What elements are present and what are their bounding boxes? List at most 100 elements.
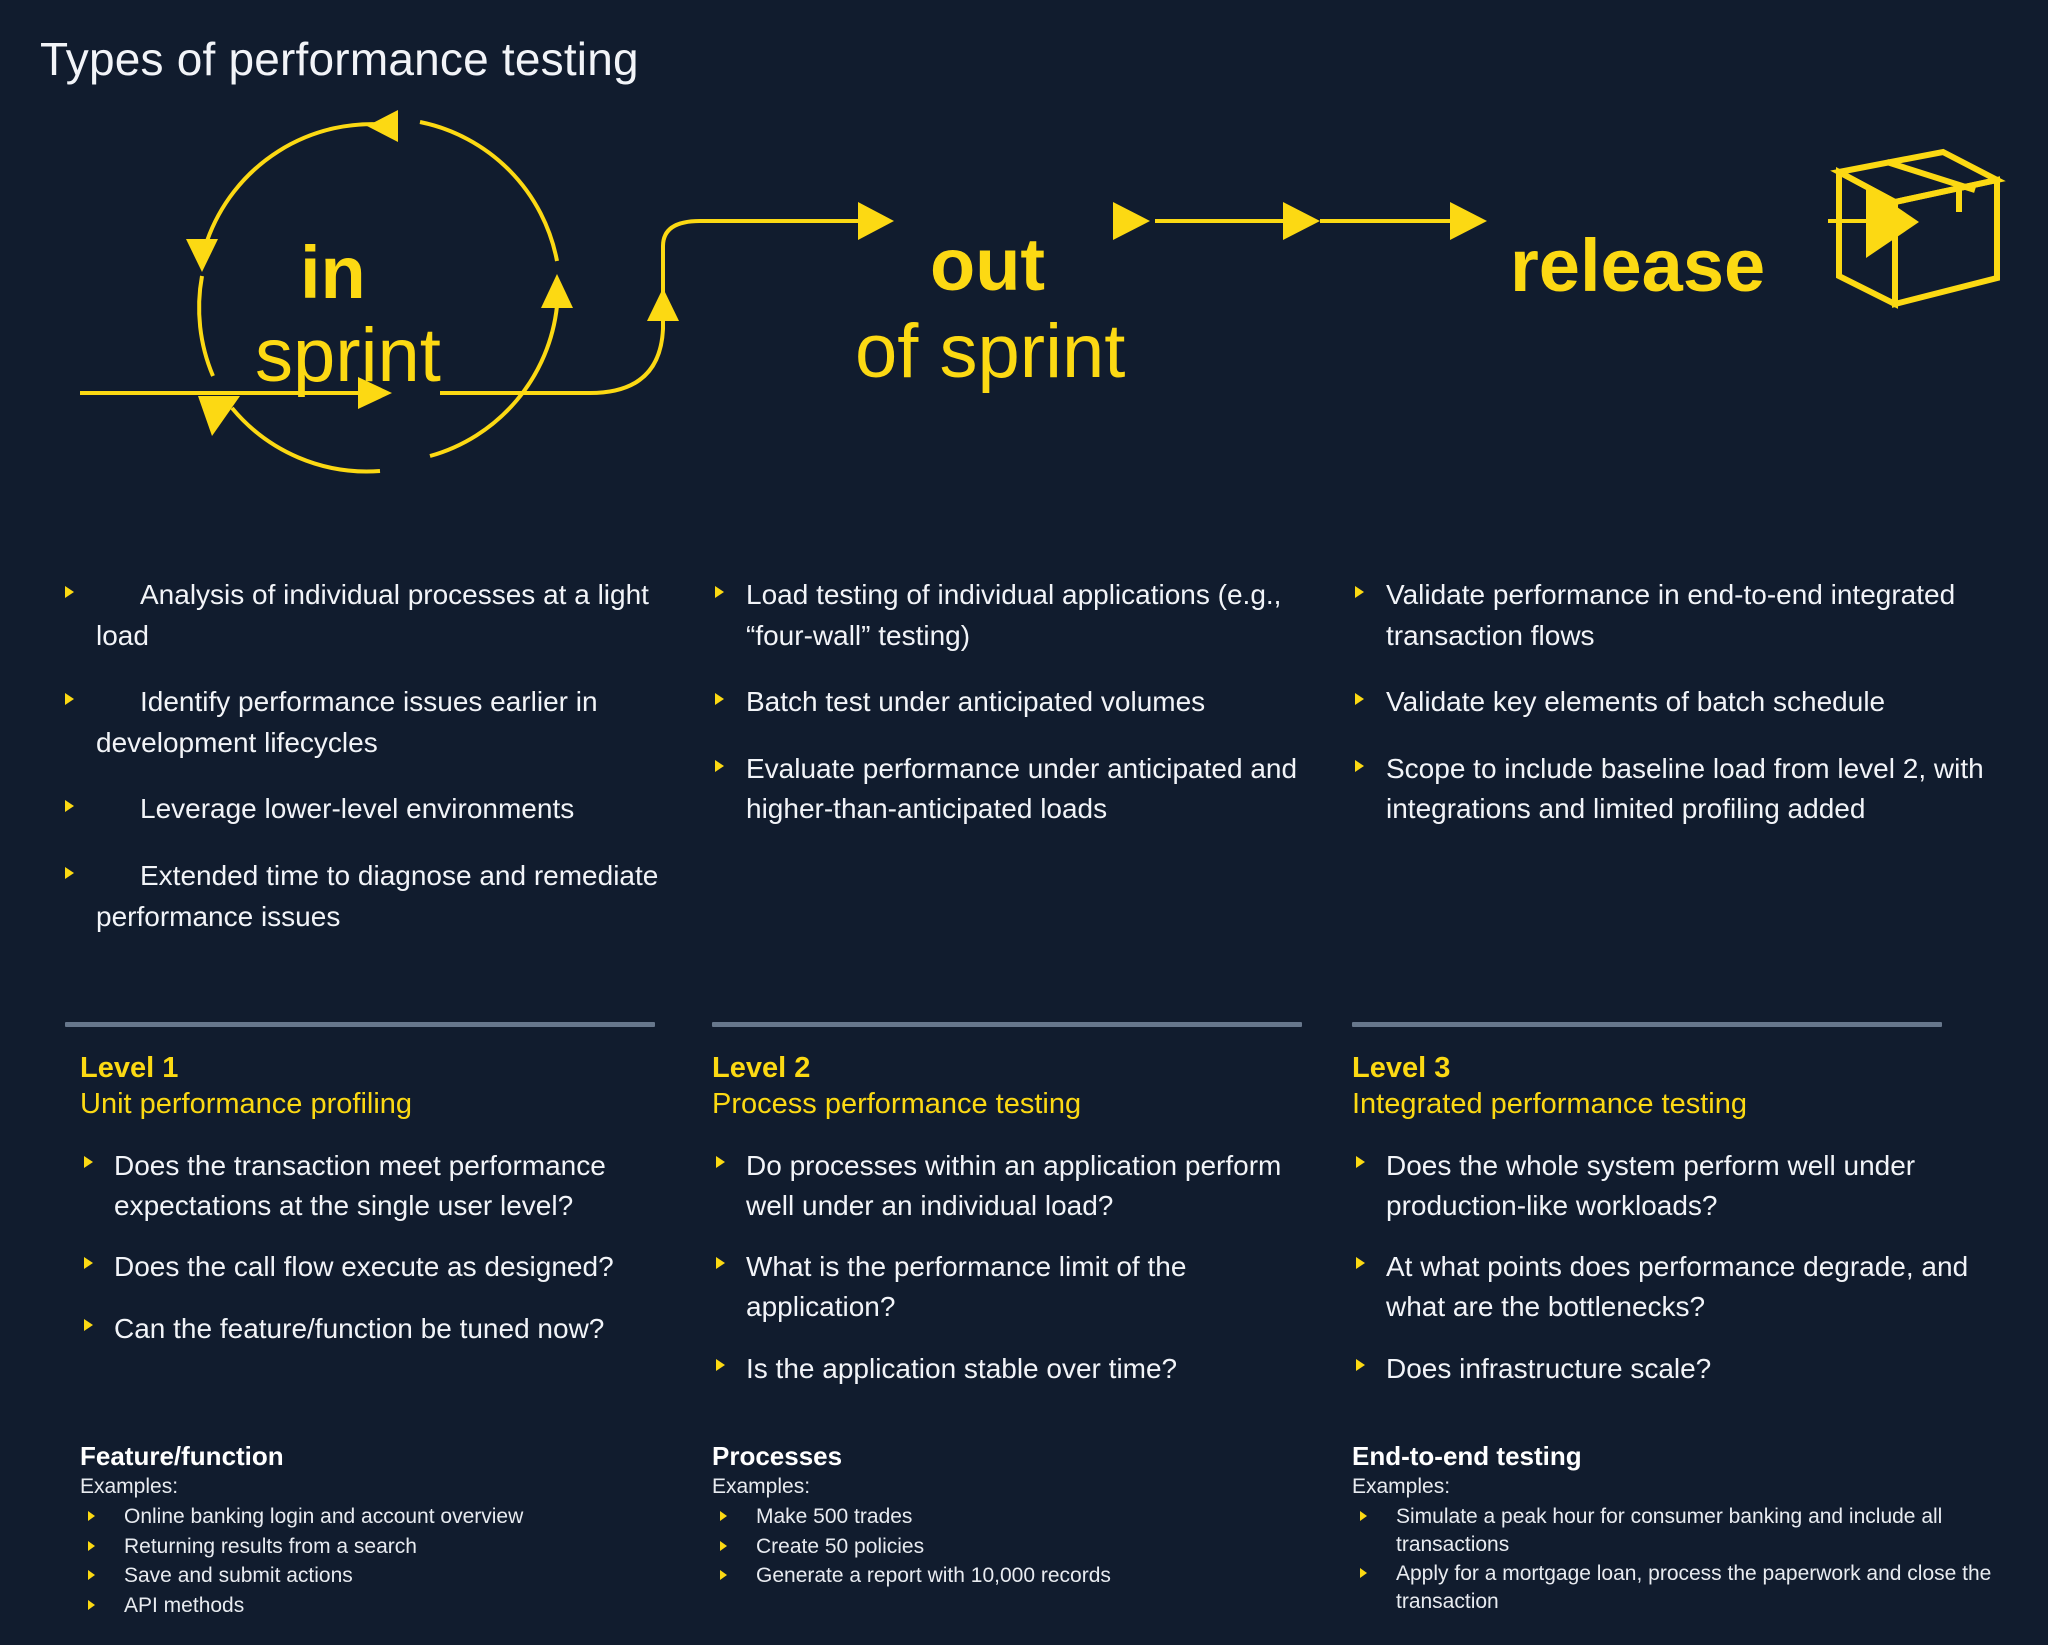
examples-label: Examples: — [80, 1474, 179, 1498]
level-title: Level 3 — [1352, 1052, 1451, 1084]
list-item-text: Validate key elements of batch schedule — [1386, 686, 1886, 718]
list-item-text: Batch test under anticipated volumes — [746, 686, 1206, 718]
list-item-text: What is the performance limit of the app… — [746, 1251, 1187, 1323]
bullet-triangle-icon — [1356, 1257, 1365, 1270]
list-item-text: Scope to include baseline load from leve… — [1386, 752, 1984, 825]
stage-out-label: out — [930, 223, 1046, 306]
bullet-triangle-icon — [88, 1570, 95, 1581]
list-item: API methods — [80, 1592, 700, 1620]
bullet-triangle-icon — [716, 1358, 725, 1371]
bullet-triangle-icon — [1355, 759, 1364, 772]
list-item-text: Returning results from a search — [124, 1534, 417, 1558]
list-item-text: At what points does performance degrade,… — [1386, 1251, 1969, 1323]
examples-list: Online banking login and account overvie… — [80, 1503, 700, 1620]
bullet-triangle-icon — [716, 1155, 725, 1168]
list-item: Does infrastructure scale? — [1352, 1349, 1992, 1389]
package-box-icon — [1830, 148, 2006, 309]
list-item: Extended time to diagnose and remediate … — [60, 856, 680, 937]
bullet-triangle-icon — [1355, 586, 1364, 598]
arrowhead-into-out — [858, 202, 894, 240]
bullet-triangle-icon — [1355, 693, 1364, 706]
list-item: Generate a report with 10,000 records — [712, 1562, 1332, 1590]
level-section-2: Level 2 Process performance testing Do p… — [712, 1050, 1322, 1417]
level-question-list: Does the transaction meet performance ex… — [80, 1146, 690, 1349]
stage-in-label: in — [300, 231, 366, 314]
arrowhead-post-out — [1113, 202, 1150, 240]
arrowhead-into-release — [1450, 202, 1487, 240]
exit-stub-arrowhead — [647, 288, 679, 321]
level-title: Level 1 — [80, 1052, 179, 1084]
level-title: Level 2 — [712, 1052, 811, 1084]
level-question-list: Do processes within an application perfo… — [712, 1146, 1322, 1389]
bullet-triangle-icon — [720, 1570, 727, 1581]
bullet-triangle-icon — [65, 866, 74, 879]
list-item: Online banking login and account overvie… — [80, 1503, 700, 1531]
list-item: Apply for a mortgage loan, process the p… — [1352, 1560, 2032, 1615]
list-item-text: Does infrastructure scale? — [1386, 1352, 1712, 1384]
examples-block-2: Processes Examples: Make 500 trades Crea… — [712, 1440, 1332, 1592]
list-item: Analysis of individual processes at a li… — [60, 575, 680, 656]
list-item-text: Create 50 policies — [756, 1534, 925, 1558]
list-item-text: Analysis of individual processes at a li… — [96, 579, 649, 651]
list-item: Scope to include baseline load from leve… — [1350, 749, 1990, 830]
loop-arc-right-lower — [429, 305, 559, 458]
list-item: Can the feature/function be tuned now? — [80, 1309, 690, 1349]
examples-label: Examples: — [712, 1474, 811, 1498]
stage-in-sublabel: sprint — [255, 313, 441, 398]
list-item-text: Evaluate performance under anticipated a… — [746, 752, 1298, 825]
list-item: Batch test under anticipated volumes — [710, 682, 1350, 723]
list-item-text: Do processes within an application perfo… — [746, 1149, 1282, 1221]
stage-release-label: release — [1510, 224, 1766, 307]
arrowhead-mid-connector — [1283, 202, 1320, 240]
list-item: Returning results from a search — [80, 1533, 700, 1561]
slide-canvas: Types of performance testing in sprint o… — [0, 0, 2048, 1645]
list-item: Is the application stable over time? — [712, 1349, 1322, 1389]
examples-list: Simulate a peak hour for consumer bankin… — [1352, 1503, 2032, 1616]
bullet-triangle-icon — [1356, 1155, 1365, 1168]
benefits-column-3: Validate performance in end-to-end integ… — [1350, 575, 1990, 856]
bullet-triangle-icon — [65, 586, 74, 598]
list-item: Save and submit actions — [80, 1562, 700, 1590]
list-item: Evaluate performance under anticipated a… — [710, 749, 1350, 830]
list-item-text: API methods — [124, 1594, 245, 1617]
list-item-text: Load testing of individual applications … — [746, 579, 1282, 651]
loop-arc-right-upper — [419, 120, 559, 262]
list-item-text: Does the transaction meet performance ex… — [114, 1149, 606, 1221]
page-title: Types of performance testing — [40, 33, 639, 85]
list-item-text: Make 500 trades — [756, 1504, 913, 1528]
process-flow-diagram: in sprint out of sprint release — [0, 96, 2048, 536]
bullet-triangle-icon — [84, 1319, 93, 1332]
list-item-text: Does the call flow execute as designed? — [114, 1251, 614, 1283]
list-item: At what points does performance degrade,… — [1352, 1247, 1992, 1327]
bullet-triangle-icon — [715, 693, 724, 706]
list-item-text: Generate a report with 10,000 records — [756, 1564, 1111, 1588]
list-item-text: Save and submit actions — [124, 1564, 353, 1588]
benefits-column-1: Analysis of individual processes at a li… — [60, 575, 680, 963]
bullet-triangle-icon — [715, 586, 724, 598]
bullet-triangle-icon — [1356, 1358, 1365, 1371]
list-item-text: Leverage lower-level environments — [140, 793, 575, 825]
examples-heading: Feature/function — [80, 1441, 284, 1471]
list-item-text: Identify performance issues earlier in d… — [96, 686, 598, 758]
bullet-triangle-icon — [88, 1600, 95, 1610]
examples-block-3: End-to-end testing Examples: Simulate a … — [1352, 1440, 2032, 1618]
loop-arc-top-left — [205, 122, 391, 242]
loop-arc-bottom — [230, 406, 381, 474]
level-section-3: Level 3 Integrated performance testing D… — [1352, 1050, 1992, 1417]
level-question-list: Does the whole system perform well under… — [1352, 1146, 1992, 1389]
list-item: What is the performance limit of the app… — [712, 1247, 1322, 1327]
list-item: Does the whole system perform well under… — [1352, 1146, 1992, 1226]
section-divider-3 — [1352, 1022, 1942, 1027]
list-item-text: Validate performance in end-to-end integ… — [1386, 579, 1956, 651]
loop-arc-left — [197, 275, 215, 377]
bullet-triangle-icon — [65, 693, 74, 706]
section-divider-2 — [712, 1022, 1302, 1027]
examples-block-1: Feature/function Examples: Online bankin… — [80, 1440, 700, 1622]
benefits-column-2: Load testing of individual applications … — [710, 575, 1350, 856]
benefit-list-1: Analysis of individual processes at a li… — [60, 575, 680, 937]
loop-arrowhead-bottom-left — [198, 396, 240, 436]
list-item-text: Extended time to diagnose and remediate … — [96, 859, 659, 932]
bullet-triangle-icon — [88, 1510, 95, 1521]
list-item: Validate performance in end-to-end integ… — [1350, 575, 1990, 656]
stage-out-sublabel: of sprint — [855, 309, 1126, 394]
